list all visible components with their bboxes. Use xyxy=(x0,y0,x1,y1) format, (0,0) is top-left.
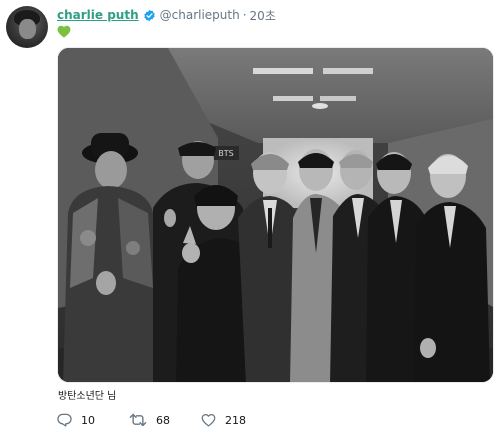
tweet-actions: 10 68 218 xyxy=(57,412,273,428)
avatar[interactable] xyxy=(6,6,48,48)
retweet-icon xyxy=(129,413,147,427)
reply-count: 10 xyxy=(81,413,95,427)
tweet-timestamp[interactable]: 20초 xyxy=(250,7,276,24)
tweet-text xyxy=(57,23,71,39)
heart-icon xyxy=(201,413,216,427)
reply-icon xyxy=(57,413,72,427)
tweet-header: charlie puth @charlieputh · 20초 xyxy=(57,7,276,23)
green-heart-icon xyxy=(57,25,71,38)
group-photo: BTS xyxy=(58,48,493,382)
like-count: 218 xyxy=(225,413,246,427)
verified-badge-icon xyxy=(143,9,155,21)
retweet-button[interactable]: 68 xyxy=(129,413,201,427)
reply-button[interactable]: 10 xyxy=(57,413,129,427)
tweet-card[interactable]: charlie puth @charlieputh · 20초 BTS 방탄소년… xyxy=(0,0,500,433)
like-button[interactable]: 218 xyxy=(201,413,273,427)
author-handle[interactable]: @charlieputh xyxy=(160,8,240,22)
tweet-photo[interactable]: BTS xyxy=(57,47,494,383)
author-display-name[interactable]: charlie puth xyxy=(57,8,139,22)
photo-tag-caption[interactable]: 방탄소년단 님 xyxy=(58,387,116,402)
avatar-face xyxy=(19,19,36,39)
retweet-count: 68 xyxy=(156,413,170,427)
svg-text:BTS: BTS xyxy=(218,149,233,158)
separator-dot: · xyxy=(242,8,247,22)
